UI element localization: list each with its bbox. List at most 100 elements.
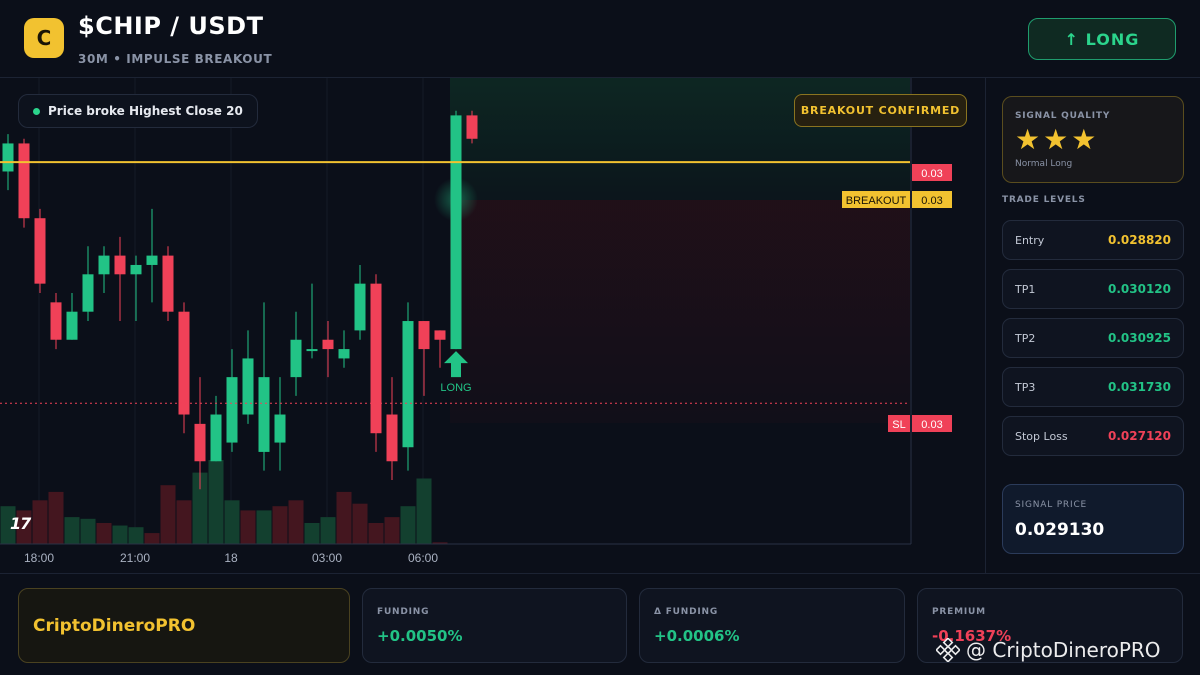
delta-funding-card: Δ FUNDING +0.0006%	[639, 588, 905, 663]
candle	[146, 208, 158, 303]
stat-title: FUNDING	[377, 607, 430, 617]
volume-bar	[112, 525, 128, 544]
candle-body	[354, 283, 366, 331]
candle-body	[450, 115, 462, 350]
candle-body	[226, 377, 238, 443]
volume-bar	[64, 517, 80, 544]
candle	[130, 255, 142, 322]
current-price-value: 0.03	[921, 168, 942, 180]
volume-bars	[0, 460, 448, 544]
volume-bar	[288, 500, 304, 544]
candle	[306, 283, 318, 359]
stat-title: Δ FUNDING	[654, 607, 719, 617]
candle-body	[66, 311, 78, 340]
volume-bar	[320, 517, 336, 544]
candle-body	[386, 414, 398, 462]
chart-canvas: LONG 0.03 BREAKOUT 0.03 SL 0.03 18:00 21…	[0, 78, 952, 565]
volume-bar	[400, 506, 416, 544]
level-tp2: TP2 0.030925	[1002, 318, 1184, 358]
long-signal-label: LONG	[440, 382, 471, 394]
pair-title: $CHIP / USDT	[78, 12, 264, 40]
volume-bar	[240, 510, 256, 544]
price-chart: LONG 0.03 BREAKOUT 0.03 SL 0.03 18:00 21…	[0, 78, 986, 573]
level-tp3: TP3 0.031730	[1002, 367, 1184, 407]
volume-bar	[416, 478, 432, 544]
volume-bar	[144, 533, 160, 544]
sl-tag-value: 0.03	[921, 419, 942, 431]
candle-body	[306, 349, 318, 352]
time-axis-labels: 18:00 21:00 18 03:00 06:00	[24, 551, 438, 565]
price-condition-text: Price broke Highest Close 20	[48, 104, 243, 118]
breakout-tag: BREAKOUT 0.03	[842, 191, 952, 208]
candle-body	[162, 255, 174, 312]
level-name: TP3	[1015, 380, 1036, 394]
binance-icon	[936, 638, 960, 662]
candle-body	[274, 414, 286, 443]
candle-body	[2, 143, 14, 172]
candle-body	[34, 218, 46, 284]
signal-price-card: SIGNAL PRICE 0.029130	[1002, 484, 1184, 554]
candle	[242, 330, 254, 424]
candle	[418, 321, 430, 396]
level-value: 0.027120	[1107, 429, 1171, 443]
volume-bar	[32, 500, 48, 544]
level-stop-loss: Stop Loss 0.027120	[1002, 416, 1184, 456]
funding-card: FUNDING +0.0050%	[362, 588, 627, 663]
candles	[2, 110, 478, 490]
level-name: Stop Loss	[1015, 429, 1068, 443]
time-label: 18:00	[24, 551, 54, 565]
candle	[34, 208, 46, 293]
stat-value: +0.0006%	[654, 627, 740, 645]
candle-body	[130, 264, 142, 275]
volume-bar	[176, 500, 192, 544]
time-label: 06:00	[408, 551, 438, 565]
candle	[82, 246, 94, 322]
volume-bar	[80, 518, 96, 544]
level-name: TP2	[1015, 331, 1036, 345]
header: C $CHIP / USDT 30M • IMPULSE BREAKOUT ↑ …	[0, 0, 1200, 78]
level-value: 0.030120	[1107, 282, 1171, 296]
candle	[386, 377, 398, 480]
tradingview-logo: 17	[10, 514, 31, 533]
trade-levels-title: TRADE LEVELS	[1002, 195, 1086, 205]
candle	[354, 264, 366, 340]
stop-loss-tag: SL 0.03	[888, 415, 952, 432]
signal-side-panel: SIGNAL QUALITY ★★★ Normal Long TRADE LEV…	[987, 78, 1200, 573]
breakout-tag-label: BREAKOUT	[846, 195, 907, 207]
candle-body	[98, 255, 110, 275]
breakout-tag-value: 0.03	[921, 195, 942, 207]
volume-bar	[48, 491, 64, 544]
current-price-tag: 0.03	[912, 164, 952, 181]
watermark-text: @ CriptoDineroPRO	[966, 638, 1161, 662]
candle	[274, 377, 286, 471]
stat-value: +0.0050%	[377, 627, 463, 645]
long-button[interactable]: ↑ LONG	[1028, 18, 1176, 60]
candle-body	[210, 414, 222, 462]
candle-body	[322, 339, 334, 350]
candle-body	[370, 283, 382, 434]
level-name: Entry	[1015, 233, 1045, 247]
level-tp1: TP1 0.030120	[1002, 269, 1184, 309]
volume-bar	[256, 510, 272, 544]
level-value: 0.030925	[1107, 331, 1171, 345]
candle-body	[114, 255, 126, 275]
candle-body	[418, 321, 430, 350]
level-name: TP1	[1015, 282, 1036, 296]
signal-glow	[434, 177, 478, 222]
sl-tag-label: SL	[892, 419, 905, 431]
candle-body	[18, 143, 30, 219]
candle-body	[290, 339, 302, 378]
volume-bar	[160, 485, 176, 544]
time-label: 18	[224, 551, 238, 565]
candle	[322, 321, 334, 378]
candle-body	[258, 377, 270, 452]
candle	[370, 274, 382, 452]
candle	[450, 110, 462, 350]
volume-bar	[272, 506, 288, 544]
volume-bar	[304, 523, 320, 544]
candle	[466, 110, 478, 144]
candle-body	[82, 274, 94, 312]
candle-body	[146, 255, 158, 265]
time-label: 21:00	[120, 551, 150, 565]
breakout-confirmed-badge: BREAKOUT CONFIRMED	[794, 94, 967, 127]
